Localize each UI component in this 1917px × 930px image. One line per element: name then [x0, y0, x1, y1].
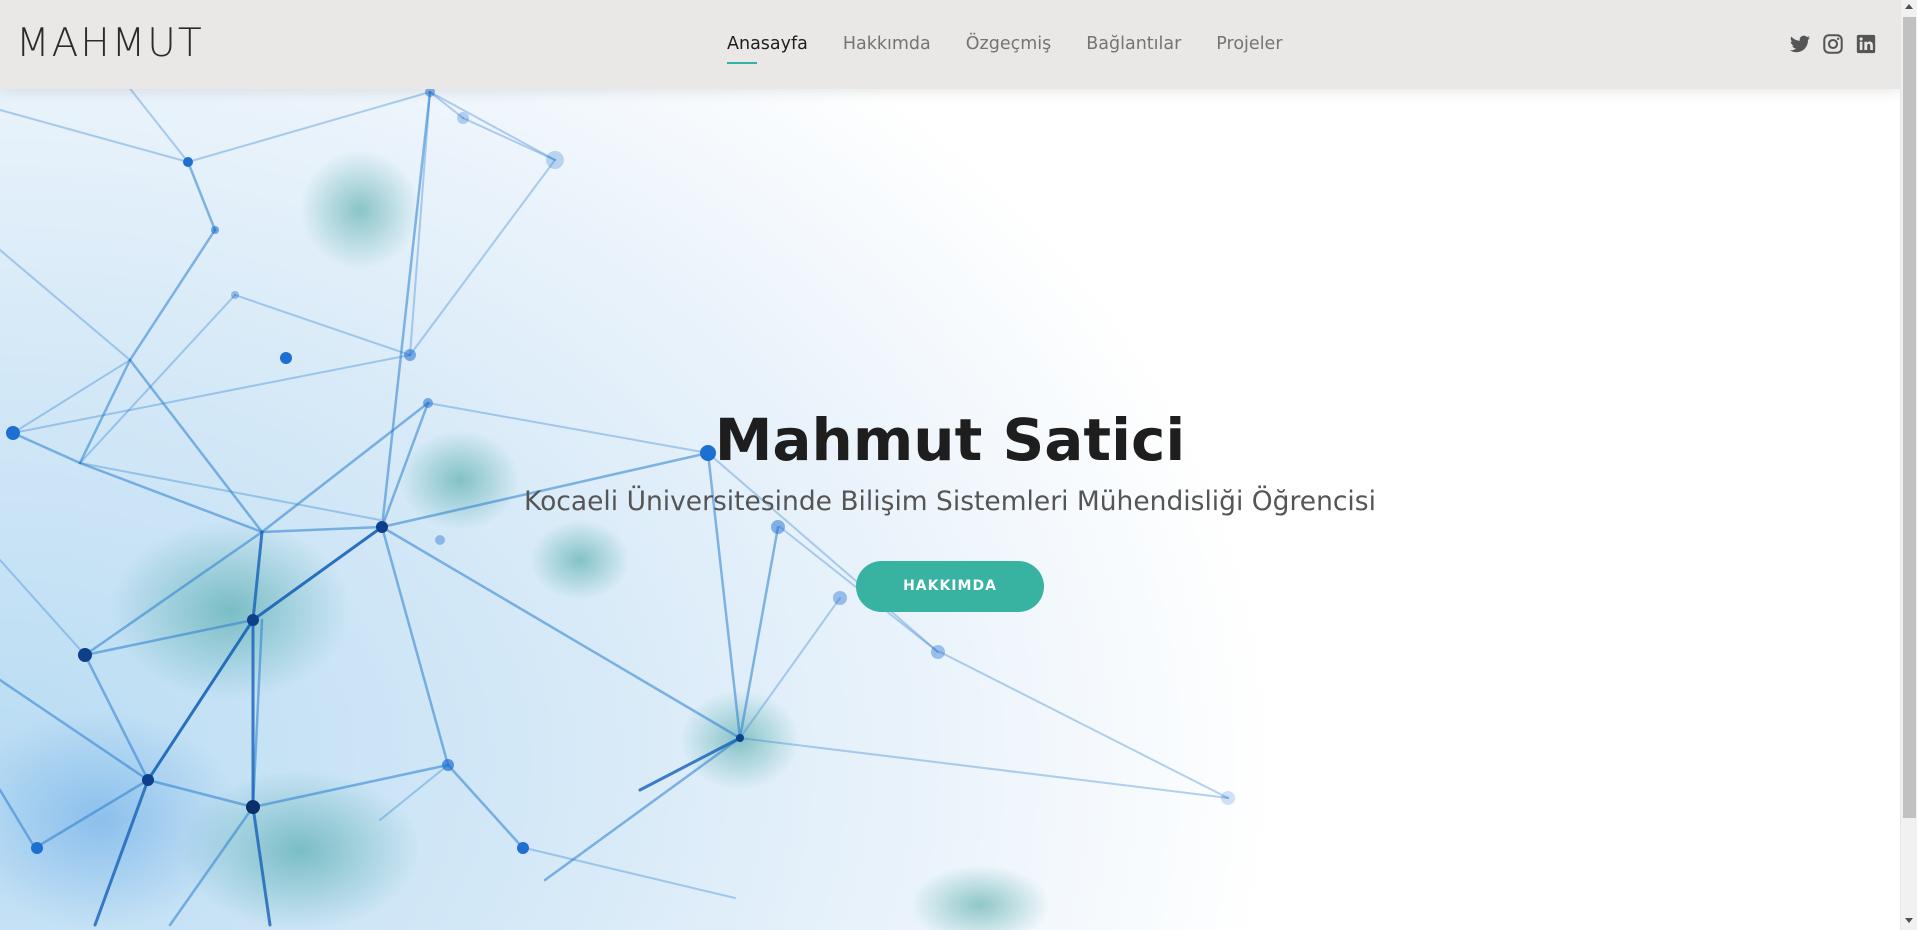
site-header: MAHMUT Anasayfa Hakkımda Özgeçmiş Bağlan…	[0, 0, 1900, 89]
instagram-icon[interactable]	[1822, 33, 1844, 55]
page-scrollbar[interactable]	[1900, 0, 1917, 930]
nav-item-projeler[interactable]: Projeler	[1216, 31, 1282, 57]
site-logo[interactable]: MAHMUT	[16, 20, 204, 68]
nav-item-ozgecmis[interactable]: Özgeçmiş	[966, 31, 1051, 57]
scroll-thumb[interactable]	[1903, 17, 1916, 818]
scroll-up-arrow-icon[interactable]	[1905, 4, 1913, 9]
nav-item-anasayfa[interactable]: Anasayfa	[727, 31, 808, 64]
nav-item-baglantilar[interactable]: Bağlantılar	[1086, 31, 1181, 57]
linkedin-icon[interactable]	[1855, 33, 1877, 55]
nav-item-hakkimda[interactable]: Hakkımda	[843, 31, 931, 57]
hero-title: Mahmut Satici	[714, 406, 1186, 474]
hero-section: Mahmut Satici Kocaeli Üniversitesinde Bi…	[0, 89, 1900, 930]
hero-subtitle: Kocaeli Üniversitesinde Bilişim Sistemle…	[524, 486, 1376, 517]
about-button[interactable]: HAKKIMDA	[856, 561, 1044, 612]
main-nav: Anasayfa Hakkımda Özgeçmiş Bağlantılar P…	[727, 31, 1318, 64]
scroll-down-arrow-icon[interactable]	[1905, 918, 1913, 923]
social-links	[1778, 33, 1877, 55]
twitter-icon[interactable]	[1789, 33, 1811, 55]
